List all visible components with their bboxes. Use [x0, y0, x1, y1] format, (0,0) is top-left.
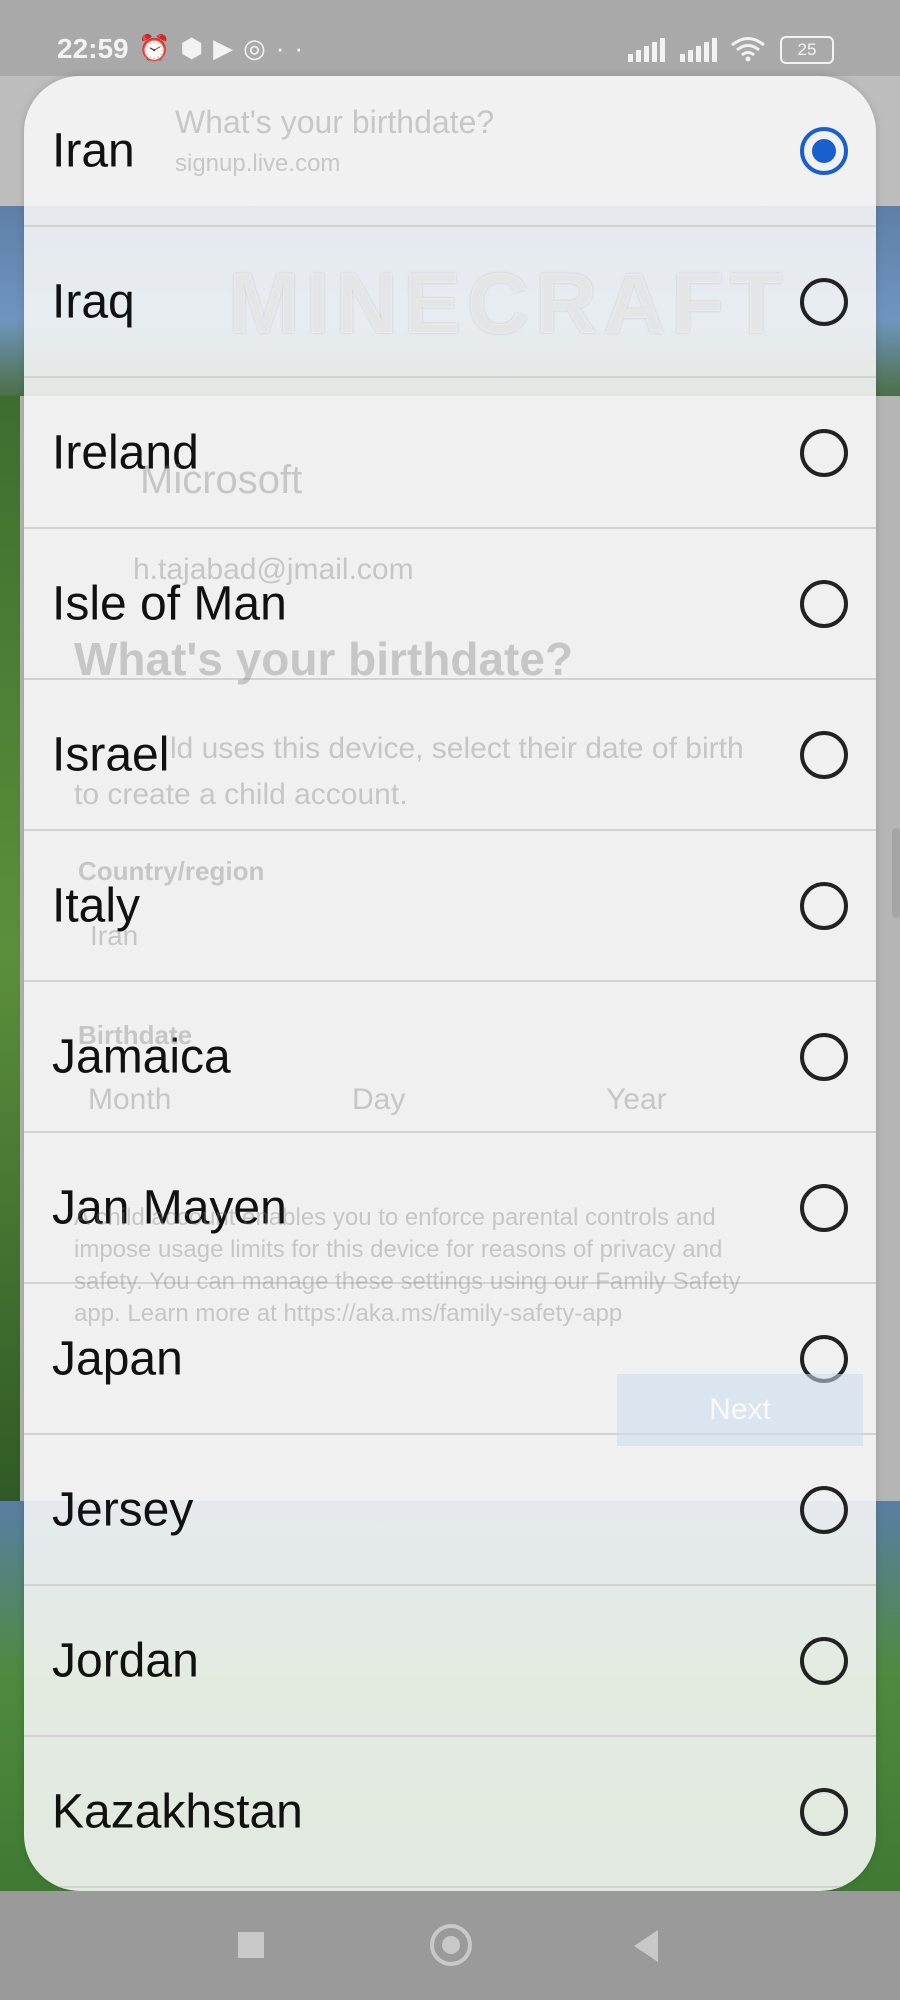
country-option-isle-of-man[interactable]: Isle of Man	[24, 529, 876, 680]
signal-icon	[628, 38, 665, 62]
country-option-iran[interactable]: Iran	[24, 76, 876, 227]
country-option-label: Italy	[52, 879, 141, 932]
country-option-jersey[interactable]: Jersey	[24, 1435, 876, 1586]
scrollbar-thumb	[892, 828, 900, 918]
status-notification-icons: ⏰⬢▶◎··	[138, 33, 313, 64]
wifi-icon	[731, 37, 765, 62]
next-button: Next	[617, 1374, 863, 1446]
radio-unselected-icon[interactable]	[800, 579, 848, 628]
minecraft-logo: MINECRAFT	[228, 256, 789, 352]
country-option-label: Iran	[52, 124, 135, 177]
radio-unselected-icon[interactable]	[800, 277, 848, 326]
home-icon[interactable]	[430, 1924, 472, 1966]
radio-unselected-icon[interactable]	[800, 1183, 848, 1232]
country-option-jan-mayen[interactable]: Jan Mayen	[24, 1133, 876, 1284]
status-time: 22:59	[57, 33, 129, 64]
video-icon: ▶	[213, 33, 244, 63]
battery-icon: 25	[780, 36, 834, 64]
more-dots-icon: ··	[275, 33, 314, 63]
radio-unselected-icon[interactable]	[800, 881, 848, 930]
country-option-jamaica[interactable]: Jamaica	[24, 982, 876, 1133]
hero-side-art	[0, 396, 20, 1501]
country-option-label: Jersey	[52, 1483, 194, 1536]
country-option-label: Isle of Man	[52, 577, 287, 630]
radio-unselected-icon[interactable]	[800, 1636, 848, 1685]
country-option-label: Jan Mayen	[52, 1181, 287, 1234]
country-option-jordan[interactable]: Jordan	[24, 1586, 876, 1737]
country-option-label: Ireland	[52, 426, 199, 479]
radio-selected-icon[interactable]	[800, 126, 848, 175]
back-icon[interactable]	[634, 1930, 658, 1962]
alarm-icon: ⏰	[138, 33, 181, 63]
country-option-label: Japan	[52, 1332, 183, 1385]
country-option-label: Kazakhstan	[52, 1785, 303, 1838]
radio-unselected-icon[interactable]	[800, 1787, 848, 1836]
recent-apps-icon[interactable]	[238, 1932, 264, 1958]
radio-unselected-icon[interactable]	[800, 730, 848, 779]
country-option-label: Jamaica	[52, 1030, 231, 1083]
radio-unselected-icon[interactable]	[800, 1032, 848, 1081]
instagram-icon: ◎	[243, 33, 276, 63]
status-bar: 22:59 ⏰⬢▶◎·· 25	[0, 0, 900, 76]
country-option-label: Iraq	[52, 275, 135, 328]
country-option-israel[interactable]: Israel	[24, 680, 876, 831]
hexagon-icon: ⬢	[180, 33, 214, 63]
country-option-italy[interactable]: Italy	[24, 831, 876, 982]
country-option-label: Israel	[52, 728, 170, 781]
radio-unselected-icon[interactable]	[800, 1485, 848, 1534]
signal-icon-2	[680, 38, 717, 62]
country-option-ireland[interactable]: Ireland	[24, 378, 876, 529]
country-option-label: Jordan	[52, 1634, 199, 1687]
radio-unselected-icon[interactable]	[800, 428, 848, 477]
country-option-kazakhstan[interactable]: Kazakhstan	[24, 1737, 876, 1888]
